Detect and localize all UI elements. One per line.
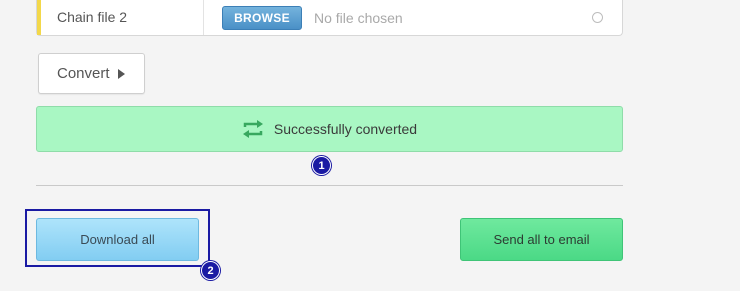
file-status-text: No file chosen (314, 10, 403, 26)
row-divider (203, 0, 204, 35)
download-all-button[interactable]: Download all (36, 218, 199, 261)
convert-button[interactable]: Convert (38, 53, 145, 94)
file-radio-indicator[interactable] (592, 12, 603, 23)
send-all-to-email-button[interactable]: Send all to email (460, 218, 623, 261)
row-accent-bar (37, 0, 41, 35)
step-badge-2: 2 (201, 261, 220, 280)
success-message: Successfully converted (273, 121, 418, 137)
step-badge-1: 1 (312, 156, 331, 175)
chain-file-label: Chain file 2 (57, 9, 128, 25)
success-banner: Successfully converted (36, 106, 623, 152)
convert-label: Convert (57, 65, 110, 82)
section-divider (36, 185, 623, 186)
play-icon (117, 68, 125, 79)
browse-button[interactable]: BROWSE (222, 6, 302, 30)
chain-file-2-row: Chain file 2 BROWSE No file chosen (36, 0, 623, 36)
refresh-arrows-icon (242, 120, 263, 138)
